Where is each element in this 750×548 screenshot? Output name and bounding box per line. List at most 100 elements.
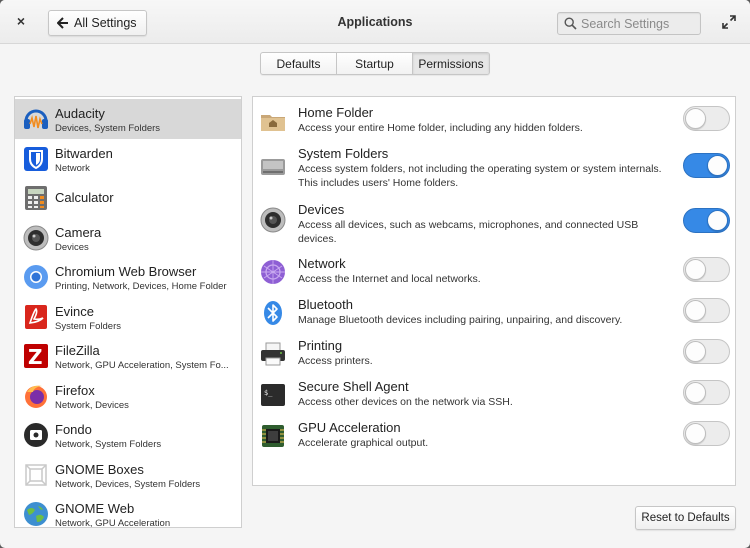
app-name: Chromium Web Browser (55, 264, 197, 279)
app-row-gnome-web[interactable]: GNOME Web Network, GPU Acceleration (15, 494, 241, 528)
app-name: Audacity (55, 106, 105, 121)
app-row-bitwarden[interactable]: Bitwarden Network (15, 139, 241, 179)
app-name: GNOME Web (55, 501, 135, 516)
app-permissions: Network, Devices (55, 399, 129, 411)
close-icon: × (16, 13, 26, 29)
app-permissions: Devices (55, 241, 89, 253)
back-button[interactable]: All Settings (48, 10, 147, 36)
app-row-audacity[interactable]: Audacity Devices, System Folders (15, 99, 241, 139)
bluetooth-toggle[interactable] (683, 298, 730, 323)
terminal-icon: $_ (261, 384, 285, 406)
app-name: Firefox (55, 382, 95, 398)
gnome-web-icon (24, 502, 48, 526)
app-row-fondo[interactable]: Fondo Network, System Folders (15, 415, 241, 455)
search-field[interactable] (557, 12, 701, 35)
system-folders-toggle[interactable] (683, 153, 730, 178)
camera-icon (23, 225, 49, 250)
permission-description: Manage Bluetooth devices including pairi… (298, 314, 623, 326)
toggle-knob (685, 341, 706, 362)
calculator-icon (25, 186, 47, 210)
app-name: Calculator (55, 190, 114, 205)
reset-to-defaults-button[interactable]: Reset to Defaults (635, 506, 736, 530)
app-row-firefox[interactable]: Firefox Network, Devices (15, 376, 241, 416)
app-name: Camera (55, 224, 102, 240)
permission-title: Network (298, 256, 346, 271)
bluetooth-icon (264, 301, 282, 325)
back-button-label: All Settings (74, 16, 137, 30)
app-permissions: Devices, System Folders (55, 123, 161, 134)
permission-description: Access printers. (298, 355, 373, 367)
app-permissions: Network, GPU Acceleration, System Fo... (55, 360, 229, 371)
toggle-knob (707, 210, 728, 231)
app-name: Bitwarden (55, 145, 113, 161)
app-list: Audacity Devices, System Folders Bitward… (14, 96, 242, 528)
svg-text:Z: Z (28, 345, 43, 369)
permission-description: Access system folders, not including the… (298, 163, 662, 189)
tab-defaults[interactable]: Defaults (261, 53, 337, 74)
permission-description: Access other devices on the network via … (298, 396, 513, 408)
permission-title: Secure Shell Agent (298, 379, 409, 394)
toggle-knob (685, 259, 706, 280)
gnome-boxes-icon (25, 463, 47, 486)
network-icon (261, 260, 285, 284)
app-row-gnome-boxes[interactable]: GNOME Boxes Network, Devices, System Fol… (15, 455, 241, 495)
toggle-knob (685, 382, 706, 403)
home-folder-toggle[interactable] (683, 106, 730, 131)
permissions-panel: Home Folder Access your entire Home fold… (252, 96, 736, 486)
app-permissions: Network (55, 162, 90, 174)
permission-description: Access the Internet and local networks. (298, 273, 481, 285)
app-permissions: Network, System Folders (55, 439, 162, 450)
search-input[interactable] (581, 15, 697, 32)
bitwarden-icon (24, 146, 48, 171)
app-permissions: System Folders (55, 320, 121, 332)
app-row-filezilla[interactable]: Z FileZilla Network, GPU Acceleration, S… (15, 336, 241, 376)
mode-switcher: Defaults Startup Permissions (260, 52, 490, 75)
permission-title: Home Folder (298, 105, 374, 120)
filezilla-icon: Z (24, 344, 48, 369)
app-row-chromium[interactable]: Chromium Web Browser Printing, Network, … (15, 257, 241, 297)
home-folder-icon (261, 115, 285, 131)
app-row-evince[interactable]: Evince System Folders (15, 297, 241, 337)
maximize-icon (722, 15, 736, 29)
system-folders-icon (261, 159, 285, 175)
maximize-button[interactable] (722, 15, 736, 29)
network-toggle[interactable] (683, 257, 730, 282)
fondo-icon (24, 423, 48, 447)
toggle-knob (707, 155, 728, 176)
devices-toggle[interactable] (683, 208, 730, 233)
app-name: Evince (55, 303, 95, 319)
app-row-camera[interactable]: Camera Devices (15, 218, 241, 258)
toggle-knob (685, 108, 706, 129)
app-permissions: Printing, Network, Devices, Home Folder (55, 281, 227, 292)
app-row-calculator[interactable]: Calculator (15, 178, 241, 218)
settings-window: × All Settings Applications Defaults Sta… (0, 0, 750, 548)
gpu-icon (262, 425, 284, 447)
permission-title: Bluetooth (298, 297, 353, 312)
printer-icon (261, 342, 285, 366)
close-button[interactable]: × (14, 14, 28, 28)
permission-title: Devices (298, 202, 345, 217)
gpu-acceleration-toggle[interactable] (683, 421, 730, 446)
permission-description: Access all devices, such as webcams, mic… (298, 219, 639, 245)
app-name: GNOME Boxes (55, 461, 144, 477)
back-arrow-icon (57, 17, 69, 29)
app-name: Fondo (55, 422, 92, 437)
devices-icon (260, 207, 286, 233)
app-permissions: Network, GPU Acceleration (55, 518, 171, 528)
app-name: FileZilla (55, 343, 100, 358)
permission-title: GPU Acceleration (298, 420, 401, 435)
permission-description: Access your entire Home folder, includin… (298, 122, 583, 134)
tab-permissions[interactable]: Permissions (413, 53, 489, 74)
printing-toggle[interactable] (683, 339, 730, 364)
toggle-knob (685, 300, 706, 321)
search-icon (564, 17, 577, 35)
permission-description: Accelerate graphical output. (298, 437, 429, 449)
svg-text:$_: $_ (264, 389, 273, 397)
chromium-icon (24, 265, 48, 289)
permission-title: System Folders (298, 146, 389, 161)
secure-shell-toggle[interactable] (683, 380, 730, 405)
tab-startup[interactable]: Startup (337, 53, 413, 74)
permission-title: Printing (298, 338, 343, 353)
app-permissions: Network, Devices, System Folders (55, 478, 201, 490)
audacity-icon (24, 109, 48, 129)
